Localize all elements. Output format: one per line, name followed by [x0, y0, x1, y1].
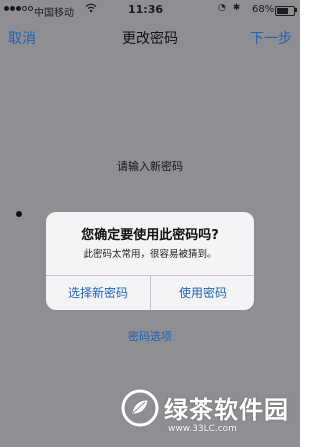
battery-tip: [295, 8, 297, 12]
password-input[interactable]: [16, 211, 22, 217]
next-button[interactable]: 下一步: [250, 28, 292, 48]
signal-dot: [4, 6, 9, 11]
wifi-icon: [85, 3, 97, 16]
weak-password-alert: 您确定要使用此密码吗? 此密码太常用，很容易被猜到。 选择新密码 使用密码: [46, 212, 254, 310]
battery-fill: [277, 8, 288, 14]
lock-rotation-bluetooth-icons: ◔ ✱: [218, 3, 243, 13]
status-bar: 中国移动 11:36 ◔ ✱ 68%: [0, 0, 300, 20]
battery-percentage: 68%: [252, 4, 275, 15]
leaf-logo-icon: [121, 389, 159, 427]
battery-icon: [275, 6, 295, 16]
signal-dot-empty: [22, 6, 27, 11]
navigation-bar: 取消 更改密码 下一步: [0, 20, 300, 54]
watermark: 绿茶软件园 www.33LC.com: [116, 386, 298, 444]
password-options-link[interactable]: 密码选项: [0, 328, 300, 344]
signal-dot: [16, 6, 21, 11]
status-time: 11:36: [128, 3, 164, 16]
use-password-button[interactable]: 使用密码: [151, 276, 254, 310]
alert-message: 此密码太常用，很容易被猜到。: [83, 249, 217, 260]
watermark-name: 绿茶软件园: [164, 396, 289, 424]
watermark-url: www.33LC.com: [168, 424, 237, 434]
choose-new-password-button[interactable]: 选择新密码: [46, 276, 150, 310]
signal-dot-empty: [28, 6, 33, 11]
phone-screen: 中国移动 11:36 ◔ ✱ 68% 取消 更改密码 下一步 请输入新密码 密码…: [0, 0, 300, 447]
alert-title: 您确定要使用此密码吗?: [81, 228, 219, 243]
carrier-name: 中国移动: [34, 8, 74, 19]
signal-strength-icon: [4, 6, 33, 11]
password-dot: [16, 211, 22, 217]
signal-dot: [10, 6, 15, 11]
enter-password-prompt: 请输入新密码: [117, 160, 183, 173]
